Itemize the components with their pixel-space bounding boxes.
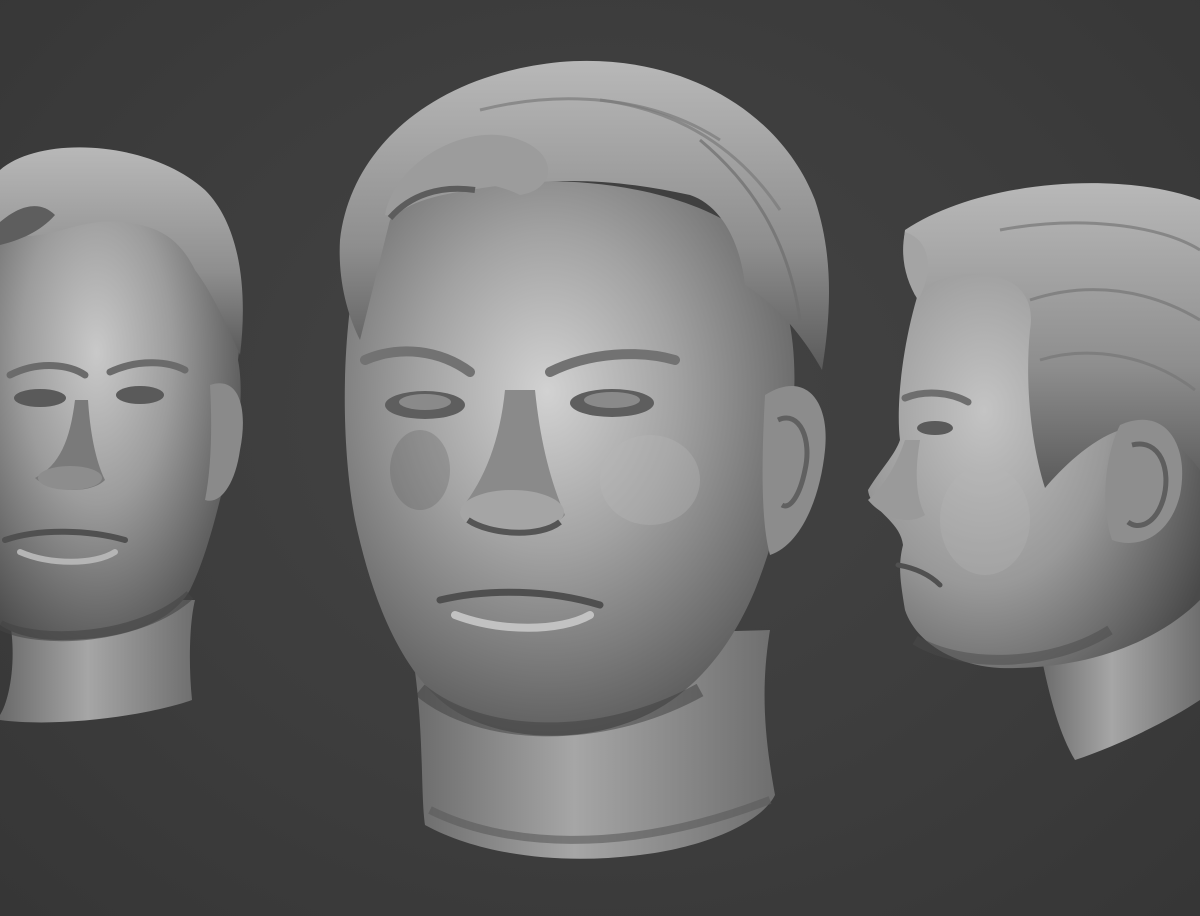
head-left-three-quarter	[0, 147, 243, 723]
head-center-front-view	[339, 60, 830, 859]
head-sculpt-renders	[0, 60, 1200, 859]
sculpt-viewport[interactable]	[0, 0, 1200, 916]
head-right-profile-view	[868, 183, 1200, 760]
